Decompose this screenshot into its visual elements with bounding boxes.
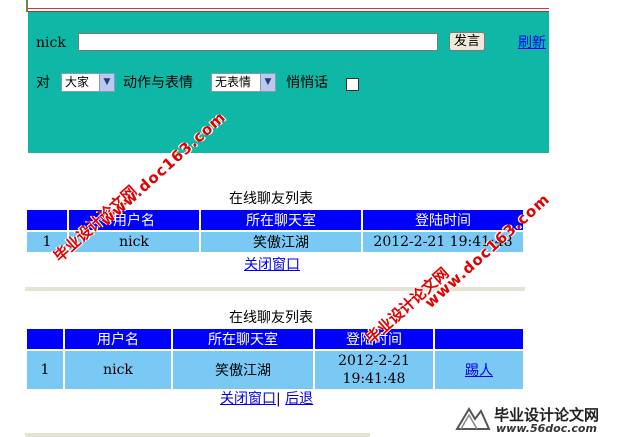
row-action: 踢人 [435,351,523,389]
row-index: 1 [27,351,63,389]
row-username: nick [65,351,171,389]
table-row: 1 nick 笑傲江湖 2012-2-21 19:41:48 [27,232,523,252]
row-login-time: 2012-2-21 19:41:48 [315,351,433,389]
online-list-title: 在线聊友列表 [229,310,313,326]
recipient-select-value: 大家 [65,75,90,89]
chevron-down-icon: ▼ [260,74,275,91]
username-header: 用户名 [65,329,171,349]
recipient-select[interactable]: 大家 ▼ [61,73,115,92]
whisper-checkbox[interactable] [346,78,359,91]
to-label: 对 [36,75,50,91]
login-date: 2012-2-21 [338,353,410,369]
room-header: 所在聊天室 [201,210,361,230]
online-users-admin-table: 用户名 所在聊天室 登陆时间 1 nick 笑傲江湖 2012-2-21 19:… [25,327,525,391]
whisper-label: 悄悄话 [286,75,328,91]
expression-select[interactable]: 无表情 ▼ [211,73,276,92]
action-label: 动作与表情 [123,75,193,91]
login-clock: 19:41:48 [342,371,406,387]
room-header: 所在聊天室 [173,329,313,349]
online-list-title: 在线聊友列表 [229,191,313,207]
table-row: 1 nick 笑傲江湖 2012-2-21 19:41:48 踢人 [27,351,523,389]
table-header-row: 用户名 所在聊天室 登陆时间 [27,329,523,349]
divider [25,433,370,437]
logo-emblem-icon [455,405,491,433]
index-header [27,329,63,349]
link-separator: | [276,391,281,407]
chevron-down-icon: ▼ [99,74,114,91]
nick-label: nick [36,35,66,51]
top-frame-border [28,0,549,12]
close-window-link[interactable]: 关闭窗口 [244,257,300,273]
expression-select-value: 无表情 [215,75,252,89]
index-header [27,210,67,230]
row-room: 笑傲江湖 [173,351,313,389]
back-link[interactable]: 后退 [285,391,313,407]
kick-user-link[interactable]: 踢人 [465,363,493,379]
close-window-link[interactable]: 关闭窗口 [220,391,276,407]
action-header [435,329,523,349]
send-button[interactable]: 发言 [449,32,485,51]
refresh-link[interactable]: 刷新 [518,35,546,51]
row-room: 笑傲江湖 [201,232,361,252]
message-input[interactable] [78,33,438,51]
footer-links: 关闭窗口| 后退 [220,391,313,407]
logo-site-url: www.56doc.com [496,422,597,435]
